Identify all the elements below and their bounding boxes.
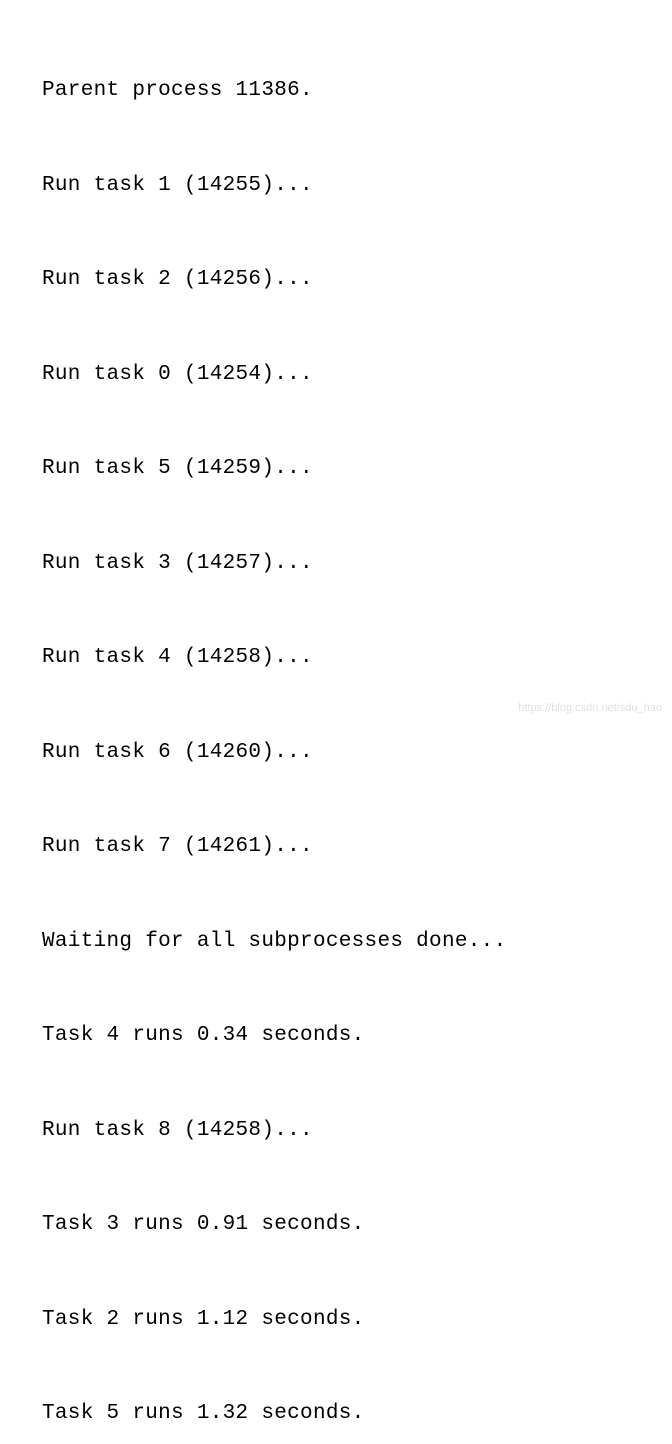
output-line: Run task 8 (14258)... [42, 1115, 664, 1147]
output-line: Run task 7 (14261)... [42, 831, 664, 863]
output-line: Run task 4 (14258)... [42, 642, 664, 674]
output-line: Run task 1 (14255)... [42, 170, 664, 202]
output-line: Run task 3 (14257)... [42, 548, 664, 580]
output-line: Waiting for all subprocesses done... [42, 926, 664, 958]
watermark-text: https://blog.csdn.net/sdu_hao [518, 700, 662, 717]
output-line: Parent process 11386. [42, 75, 664, 107]
output-line: Task 5 runs 1.32 seconds. [42, 1398, 664, 1430]
output-line: Run task 5 (14259)... [42, 453, 664, 485]
output-line: Task 3 runs 0.91 seconds. [42, 1209, 664, 1241]
output-line: Task 4 runs 0.34 seconds. [42, 1020, 664, 1052]
output-line: Run task 6 (14260)... [42, 737, 664, 769]
terminal-output: Parent process 11386. Run task 1 (14255)… [42, 12, 664, 1444]
output-line: Run task 0 (14254)... [42, 359, 664, 391]
output-line: Run task 2 (14256)... [42, 264, 664, 296]
output-line: Task 2 runs 1.12 seconds. [42, 1304, 664, 1336]
